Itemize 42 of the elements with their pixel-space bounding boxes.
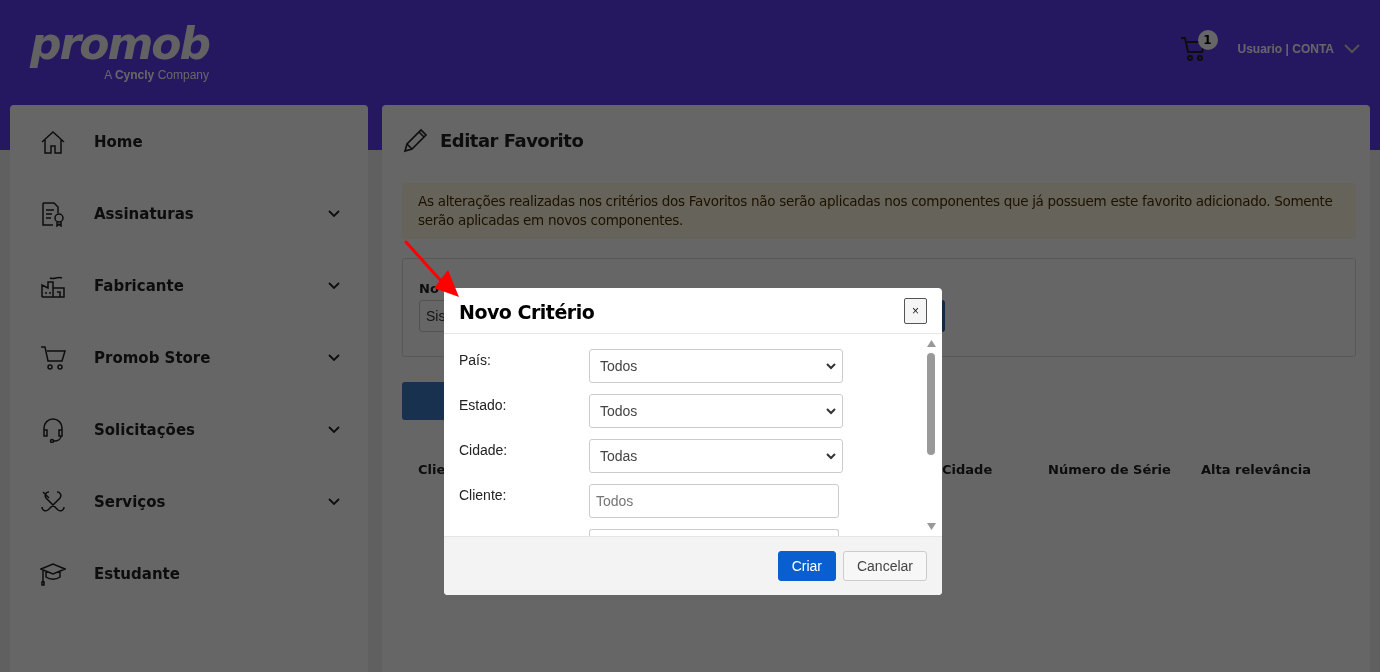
cart-count-badge: 1 (1197, 30, 1218, 50)
sidebar-item[interactable]: Fabricante (10, 250, 368, 322)
dropdown-field[interactable]: Todos (589, 349, 843, 383)
close-button[interactable]: × (904, 297, 927, 324)
sidebar-item[interactable]: Solicitações (10, 394, 368, 466)
chevron-down-icon (826, 362, 836, 370)
sidebar-item[interactable]: Assinaturas (10, 178, 368, 250)
scroll-down-icon[interactable] (926, 523, 936, 530)
headset-icon (40, 417, 66, 443)
field-label: Cidade: (459, 441, 509, 458)
logo[interactable]: promob (30, 22, 209, 66)
modal-title: Novo Critério (459, 301, 595, 323)
column-header: Número de Série (1048, 462, 1172, 477)
column-header: Cidade (942, 462, 994, 477)
field-label: Estado: (459, 396, 508, 413)
sidebar-item[interactable]: Home (10, 106, 368, 178)
sidebar-item[interactable]: Serviços (10, 466, 368, 538)
dropdown-field[interactable]: Todas (589, 439, 843, 473)
field-label: Cliente: (459, 486, 508, 503)
home-icon (40, 129, 66, 155)
chevron-down-icon (826, 452, 836, 460)
sidebar-item[interactable]: Promob Store (10, 322, 368, 394)
dropdown-field[interactable]: Todos (589, 394, 843, 428)
column-header: Clie (418, 462, 447, 477)
cart-icon (40, 345, 66, 371)
sidebar-item[interactable]: Estudante (10, 538, 368, 610)
column-header: Alta relevância (1201, 462, 1312, 477)
chevron-down-icon (826, 407, 836, 415)
cancel-button[interactable]: Cancelar (842, 551, 927, 581)
pointer-arrow (404, 240, 460, 298)
pencil-icon (402, 126, 430, 154)
create-button[interactable]: Criar (777, 551, 836, 581)
scroll-up-icon[interactable] (926, 340, 936, 347)
document-badge-icon (40, 201, 66, 227)
warning-notice: As alterações realizadas nos critérios dos Favoritos não serão aplicadas nos componentes que já possuem este favorito adicionado. Somente serão aplicadas em novos componentes. (402, 183, 1356, 239)
field-label: País: (459, 351, 492, 368)
input-field[interactable]: Todos (589, 484, 839, 518)
graduation-cap-icon (40, 561, 66, 587)
chevron-down-icon[interactable] (1344, 44, 1360, 54)
logo-tagline: A Cyncly Company (104, 68, 209, 82)
user-account-menu[interactable]: Usuario | CONTA (1237, 42, 1334, 56)
page-title: Editar Favorito (440, 129, 584, 151)
